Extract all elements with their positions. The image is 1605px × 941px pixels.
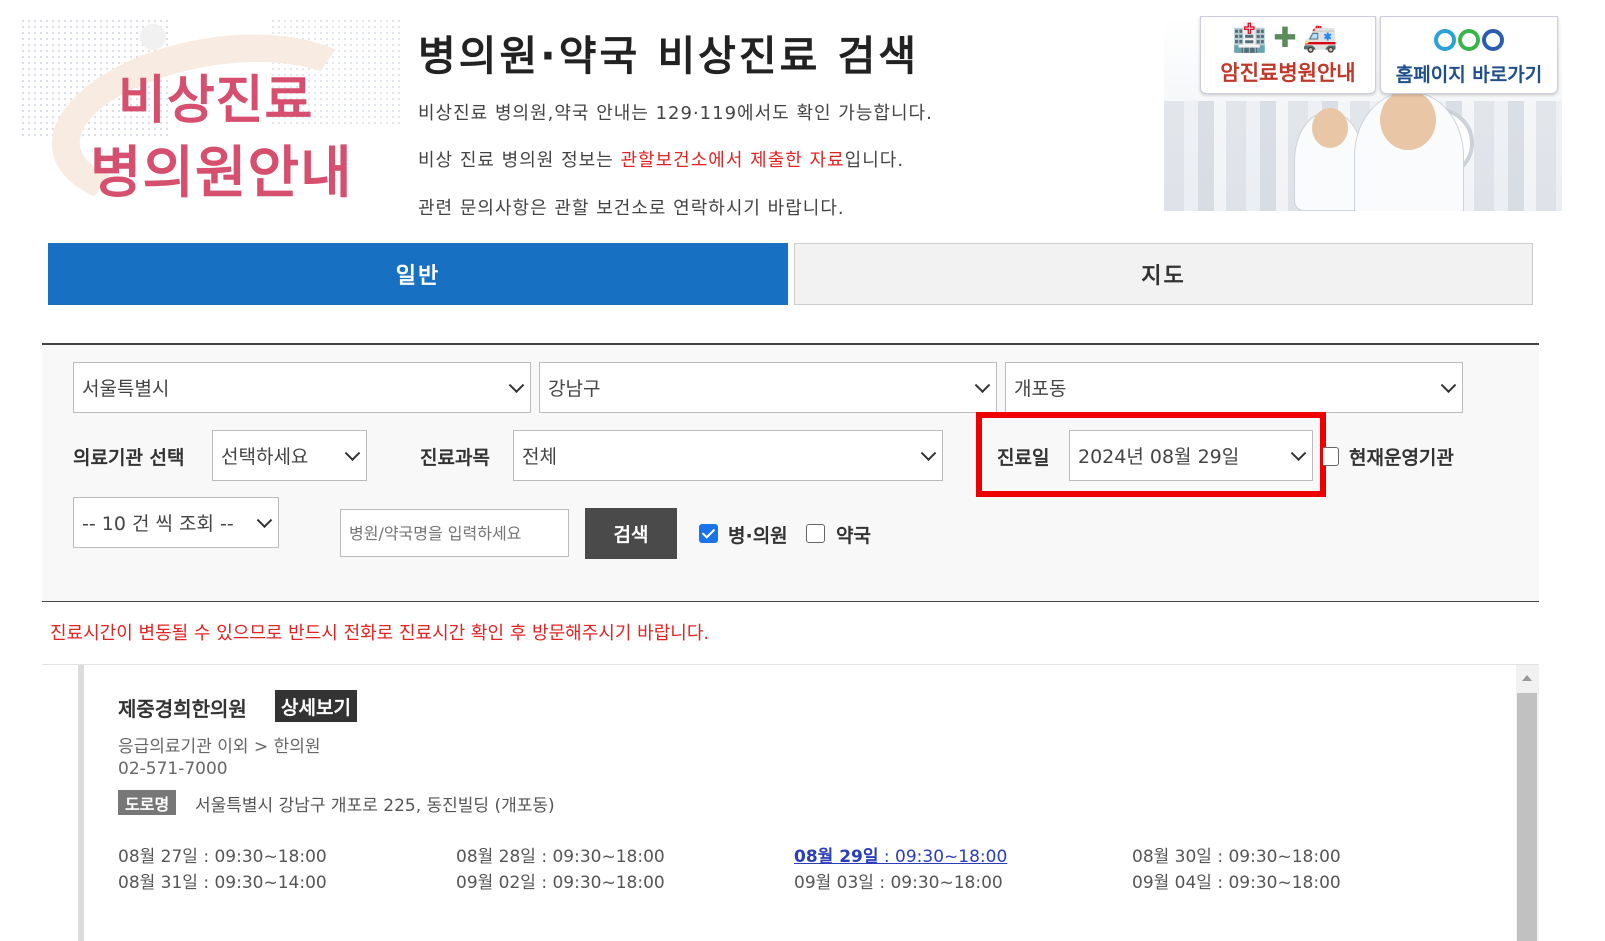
result-address: 서울특별시 강남구 개포로 225, 동진빌딩 (개포동) — [195, 796, 555, 816]
hours-item: 08월 30일 : 09:30~18:00 — [1132, 847, 1341, 867]
logo-text-line1: 비상진료 — [118, 71, 314, 131]
homepage-link[interactable]: 홈페이지 바로가기 — [1380, 16, 1558, 94]
homepage-logo-icon — [1381, 21, 1557, 58]
city-select-value: 서울특별시 — [82, 378, 170, 400]
department-select-value: 전체 — [522, 446, 557, 468]
search-button[interactable]: 검색 — [585, 508, 677, 559]
cancer-hospital-link[interactable]: 🏥✚🚑 암진료병원안내 — [1200, 16, 1376, 94]
highlight-box — [976, 412, 1326, 497]
chevron-down-icon — [508, 376, 525, 393]
chevron-down-icon — [256, 511, 273, 528]
search-filter-panel: 서울특별시 강남구 개포동 의료기관 선택 선택하세요 진료과목 전체 진료일 … — [42, 343, 1539, 602]
info-text-line2: 비상 진료 병의원 정보는 관할보건소에서 제출한 자료입니다. — [418, 146, 904, 172]
hours-item: 09월 03일 : 09:30~18:00 — [794, 873, 1003, 893]
hours-item: 08월 27일 : 09:30~18:00 — [118, 847, 327, 867]
page-size-select[interactable]: -- 10 건 씩 조회 -- — [73, 497, 279, 548]
department-select[interactable]: 전체 — [513, 430, 943, 481]
hours-item-today-link[interactable]: 08월 29일 : 09:30~18:00 — [794, 842, 1007, 867]
tab-general[interactable]: 일반 — [48, 243, 788, 305]
emergency-care-logo: 비상진료 병의원안내 — [20, 18, 405, 218]
info-text-suffix: 입니다. — [844, 150, 905, 171]
scrollbar[interactable] — [1516, 665, 1539, 941]
district-select[interactable]: 강남구 — [539, 362, 997, 413]
doctor-illustration — [1354, 90, 1464, 211]
result-category: 응급의료기관 이외 > 한의원 — [118, 737, 321, 757]
circle-decoration — [140, 24, 166, 50]
hospital-checkbox-label: 병·의원 — [728, 525, 788, 547]
hospital-checkbox[interactable] — [699, 524, 718, 543]
chevron-down-icon — [920, 444, 937, 461]
chevron-down-icon — [1440, 376, 1457, 393]
notice-text: 진료시간이 변동될 수 있으므로 반드시 전화로 진료시간 확인 후 방문해주시… — [50, 623, 710, 644]
page-size-select-value: -- 10 건 씩 조회 -- — [82, 513, 234, 535]
dong-select[interactable]: 개포동 — [1005, 362, 1463, 413]
district-select-value: 강남구 — [548, 378, 601, 400]
hours-item: 09월 04일 : 09:30~18:00 — [1132, 873, 1341, 893]
result-name: 제중경희한의원 — [118, 697, 247, 721]
city-select[interactable]: 서울특별시 — [73, 362, 531, 413]
info-text-line3: 관련 문의사항은 관할 보건소로 연락하시기 바랍니다. — [418, 198, 845, 219]
institution-label: 의료기관 선택 — [73, 447, 185, 469]
cancer-hospital-label: 암진료병원안내 — [1220, 61, 1356, 85]
dong-select-value: 개포동 — [1014, 378, 1067, 400]
road-address-badge: 도로명 — [118, 790, 177, 815]
result-list[interactable]: 제중경희한의원 상세보기 응급의료기관 이외 > 한의원 02-571-7000… — [42, 664, 1539, 941]
logo-text-line2: 병의원안내 — [90, 141, 353, 206]
scrollbar-thumb[interactable] — [1517, 693, 1537, 941]
current-operating-checkbox[interactable] — [1323, 447, 1339, 466]
page-title: 병의원·약국 비상진료 검색 — [418, 32, 920, 80]
info-text-highlight: 관할보건소에서 제출한 자료 — [620, 150, 845, 171]
doctor-banner: 🏥✚🚑 암진료병원안내 홈페이지 바로가기 — [1164, 16, 1562, 211]
hours-item: 08월 28일 : 09:30~18:00 — [456, 847, 665, 867]
hours-item: 08월 31일 : 09:30~14:00 — [118, 873, 327, 893]
homepage-label: 홈페이지 바로가기 — [1395, 64, 1543, 86]
result-accent-bar — [78, 665, 84, 941]
department-label: 진료과목 — [420, 447, 490, 469]
info-text-prefix: 비상 진료 병의원 정보는 — [418, 150, 621, 171]
info-text-line1: 비상진료 병의원,약국 안내는 129·119에서도 확인 가능합니다. — [418, 103, 933, 124]
institution-select[interactable]: 선택하세요 — [212, 430, 367, 481]
search-input[interactable] — [340, 509, 569, 557]
pharmacy-checkbox[interactable] — [806, 524, 825, 543]
chevron-down-icon — [344, 444, 361, 461]
scroll-up-arrow-icon[interactable] — [1522, 675, 1532, 681]
detail-button[interactable]: 상세보기 — [275, 690, 357, 722]
result-phone: 02-571-7000 — [118, 759, 228, 779]
tab-map[interactable]: 지도 — [794, 243, 1533, 305]
institution-select-value: 선택하세요 — [221, 446, 309, 468]
chevron-down-icon — [974, 376, 991, 393]
hours-item: 09월 02일 : 09:30~18:00 — [456, 873, 665, 893]
current-operating-label: 현재운영기관 — [1349, 447, 1454, 469]
pharmacy-checkbox-label: 약국 — [836, 525, 871, 547]
hospital-icon: 🏥✚🚑 — [1232, 21, 1344, 54]
